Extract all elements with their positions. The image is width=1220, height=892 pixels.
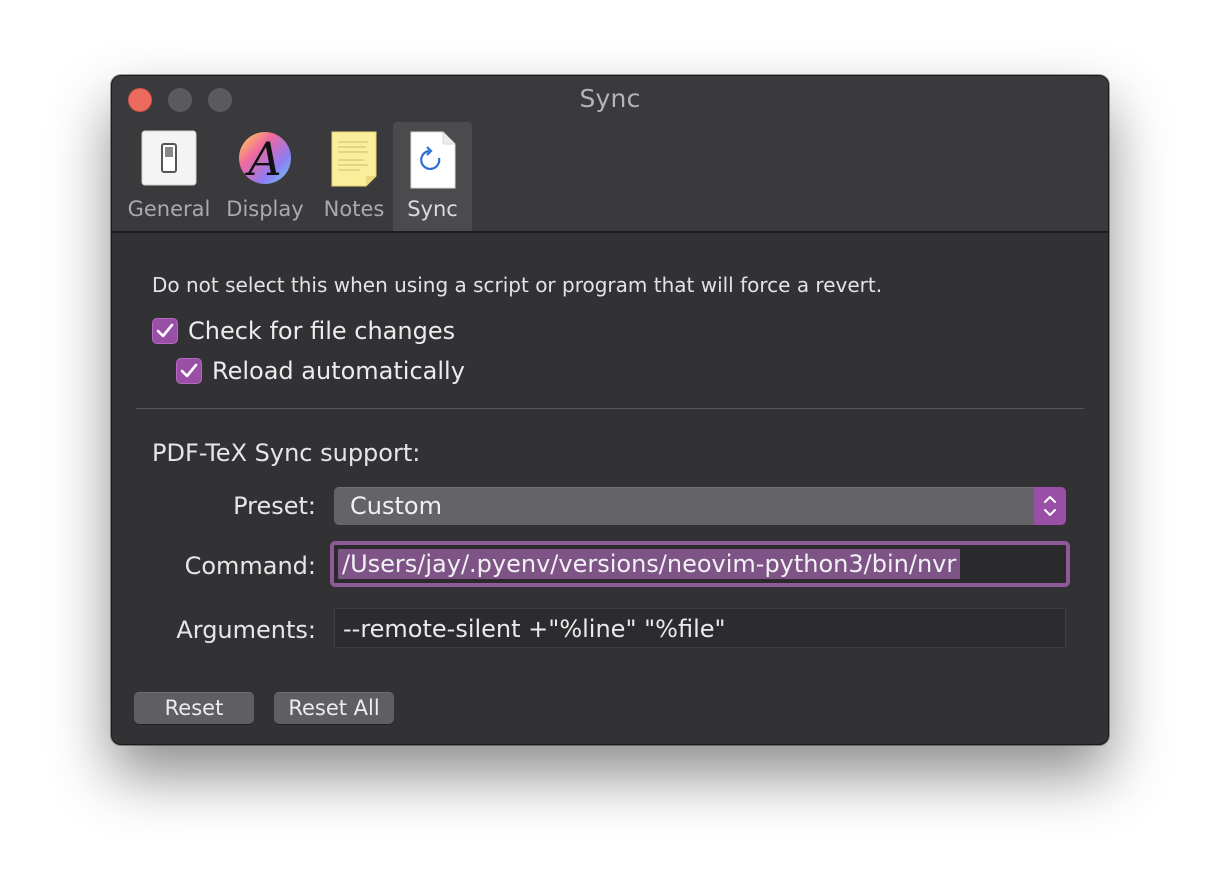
- toolbar-item-sync[interactable]: Sync: [393, 122, 472, 231]
- arguments-label: Arguments:: [176, 616, 316, 644]
- arguments-value: --remote-silent +"%line" "%file": [343, 615, 726, 643]
- sync-support-title: PDF-TeX Sync support:: [152, 439, 421, 467]
- window-title: Sync: [579, 84, 641, 113]
- note-paper-icon: [326, 130, 382, 193]
- reload-automatically-row[interactable]: Reload automatically: [176, 357, 465, 385]
- preset-value: Custom: [350, 492, 442, 520]
- sync-pane: Do not select this when using a script o…: [112, 233, 1108, 744]
- toolbar-label-sync: Sync: [407, 197, 458, 221]
- toolbar-label-display: Display: [226, 197, 304, 221]
- toolbar-label-notes: Notes: [323, 197, 385, 221]
- arguments-field[interactable]: --remote-silent +"%line" "%file": [334, 608, 1066, 648]
- switch-icon: [141, 130, 197, 191]
- info-text: Do not select this when using a script o…: [152, 273, 883, 297]
- checkmark-icon: [180, 363, 198, 378]
- command-value: /Users/jay/.pyenv/versions/neovim-python…: [338, 549, 961, 579]
- check-file-changes-checkbox[interactable]: [152, 318, 178, 344]
- toolbar-item-display[interactable]: A Display: [222, 122, 308, 231]
- font-color-wheel-icon: A: [237, 130, 293, 191]
- titlebar: Sync General A Display Notes Sync: [112, 76, 1108, 233]
- reset-all-button[interactable]: Reset All: [274, 692, 394, 724]
- sync-document-icon: [409, 130, 457, 195]
- toolbar-item-notes[interactable]: Notes: [316, 122, 392, 231]
- toolbar-item-general[interactable]: General: [126, 122, 212, 231]
- checkmark-icon: [156, 323, 174, 338]
- reload-automatically-checkbox[interactable]: [176, 358, 202, 384]
- preset-popup[interactable]: Custom: [334, 487, 1066, 525]
- command-field[interactable]: /Users/jay/.pyenv/versions/neovim-python…: [330, 541, 1070, 587]
- section-divider: [136, 408, 1084, 409]
- check-file-changes-row[interactable]: Check for file changes: [152, 317, 455, 345]
- chevron-up-down-icon: [1034, 487, 1066, 525]
- reload-automatically-label: Reload automatically: [212, 357, 465, 385]
- toolbar-label-general: General: [127, 197, 211, 221]
- check-file-changes-label: Check for file changes: [188, 317, 456, 345]
- preset-label: Preset:: [233, 492, 316, 520]
- preferences-window: Sync General A Display Notes Sync Do not…: [111, 75, 1109, 745]
- svg-text:A: A: [244, 132, 281, 186]
- reset-button[interactable]: Reset: [134, 692, 254, 724]
- command-label: Command:: [184, 552, 316, 580]
